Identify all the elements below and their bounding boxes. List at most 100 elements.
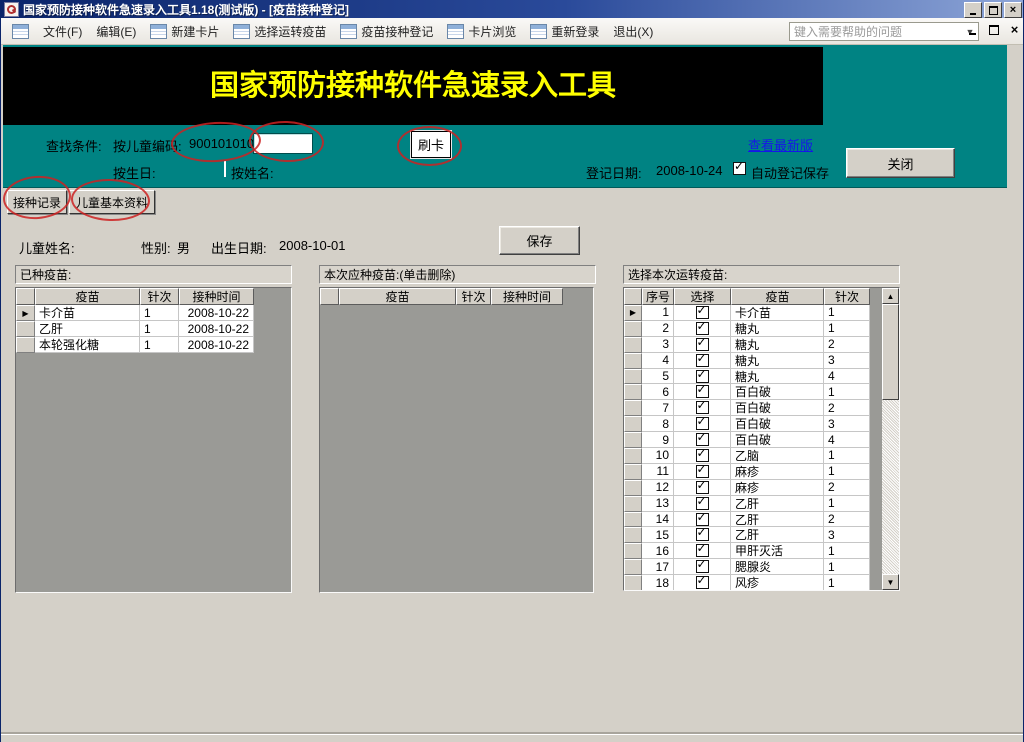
row-selector[interactable] bbox=[16, 337, 35, 353]
table-row[interactable]: 3✓糖丸2 bbox=[624, 337, 899, 353]
row-selector[interactable] bbox=[624, 384, 642, 400]
table-row[interactable]: 2✓糖丸1 bbox=[624, 321, 899, 337]
grid-cell[interactable]: 乙肝 bbox=[731, 496, 824, 512]
child-restore-button[interactable] bbox=[987, 23, 1000, 36]
row-selector[interactable] bbox=[624, 527, 642, 543]
grid-cell[interactable]: 卡介苗 bbox=[35, 305, 140, 321]
grid-cell[interactable]: 1 bbox=[824, 321, 870, 337]
grid-cell[interactable]: 糖丸 bbox=[731, 369, 824, 385]
row-checkbox[interactable]: ✓ bbox=[696, 449, 709, 462]
auto-save-checkbox[interactable]: ✓ bbox=[733, 162, 746, 175]
grid-cell[interactable]: 本轮强化糖 bbox=[35, 337, 140, 353]
grid-cell[interactable]: 4 bbox=[824, 369, 870, 385]
row-selector[interactable] bbox=[624, 321, 642, 337]
grid-cell[interactable]: 13 bbox=[642, 496, 674, 512]
grid-cell[interactable]: 3 bbox=[824, 527, 870, 543]
row-selector[interactable] bbox=[16, 321, 35, 337]
grid-cell[interactable]: 1 bbox=[824, 575, 870, 591]
close-form-button[interactable]: 关闭 bbox=[846, 148, 955, 178]
row-checkbox[interactable]: ✓ bbox=[696, 481, 709, 494]
grid-cell[interactable]: 2 bbox=[824, 337, 870, 353]
row-checkbox[interactable]: ✓ bbox=[696, 576, 709, 589]
row-selector[interactable] bbox=[624, 575, 642, 591]
grid-cell[interactable]: 2 bbox=[642, 321, 674, 337]
row-selector[interactable] bbox=[624, 353, 642, 369]
row-selector[interactable] bbox=[624, 337, 642, 353]
tab-records[interactable]: 接种记录 bbox=[7, 190, 67, 214]
column-header[interactable]: 选择 bbox=[674, 288, 731, 305]
grid-cell[interactable]: 百白破 bbox=[731, 384, 824, 400]
swipe-card-button[interactable]: 刷卡 bbox=[411, 131, 451, 158]
row-checkbox[interactable]: ✓ bbox=[696, 322, 709, 335]
grid-cell[interactable]: 1 bbox=[824, 559, 870, 575]
table-row[interactable]: 6✓百白破1 bbox=[624, 384, 899, 400]
table-row[interactable]: 16✓甲肝灭活1 bbox=[624, 543, 899, 559]
grid-cell[interactable]: 糖丸 bbox=[731, 353, 824, 369]
grid-cell[interactable]: 麻疹 bbox=[731, 464, 824, 480]
grid-cell[interactable]: 1 bbox=[824, 464, 870, 480]
grid-cell[interactable]: 1 bbox=[140, 305, 179, 321]
table-row[interactable]: 9✓百白破4 bbox=[624, 432, 899, 448]
row-selector[interactable]: ▶ bbox=[624, 305, 642, 321]
grid-cell[interactable]: 麻疹 bbox=[731, 480, 824, 496]
table-row[interactable]: 乙肝12008-10-22 bbox=[16, 321, 291, 337]
grid-cell[interactable]: 1 bbox=[824, 448, 870, 464]
grid-cell[interactable]: 4 bbox=[824, 432, 870, 448]
vertical-scrollbar[interactable]: ▲ ▼ bbox=[882, 288, 899, 590]
grid-cell[interactable]: 2008-10-22 bbox=[179, 337, 254, 353]
table-row[interactable]: 11 ✓ 麻疹1 bbox=[624, 464, 899, 480]
table-row[interactable]: ▶1✓卡介苗1 bbox=[624, 305, 899, 321]
grid-cell[interactable]: 乙肝 bbox=[35, 321, 140, 337]
grid-cell[interactable]: 14 bbox=[642, 512, 674, 528]
grid-cell[interactable]: 百白破 bbox=[731, 432, 824, 448]
table-row[interactable]: 12✓麻疹2 bbox=[624, 480, 899, 496]
grid-cell[interactable]: 1 bbox=[642, 305, 674, 321]
table-row[interactable]: 5✓糖丸4 bbox=[624, 369, 899, 385]
menu-item-relogin[interactable]: 重新登录 bbox=[523, 20, 606, 43]
table-row[interactable]: ▶卡介苗12008-10-22 bbox=[16, 305, 291, 321]
row-checkbox[interactable]: ✓ bbox=[696, 338, 709, 351]
table-row[interactable]: 15✓乙肝3 bbox=[624, 527, 899, 543]
grid-cell[interactable]: 11 bbox=[642, 464, 674, 480]
scroll-down-button[interactable]: ▼ bbox=[882, 574, 899, 590]
row-selector[interactable] bbox=[624, 464, 642, 480]
minimize-button[interactable] bbox=[964, 2, 982, 18]
child-close-button[interactable]: × bbox=[1008, 23, 1021, 36]
table-row[interactable]: 本轮强化糖12008-10-22 bbox=[16, 337, 291, 353]
menu-item-new-card[interactable]: 新建卡片 bbox=[143, 20, 226, 43]
scrollbar-thumb[interactable] bbox=[882, 304, 899, 400]
grid-cell[interactable]: 2 bbox=[824, 512, 870, 528]
tab-child-basic-info[interactable]: 儿童基本资料 bbox=[69, 190, 155, 214]
row-checkbox[interactable]: ✓ bbox=[696, 354, 709, 367]
column-header[interactable]: 疫苗 bbox=[731, 288, 824, 305]
column-header[interactable]: 疫苗 bbox=[339, 288, 456, 305]
grid-cell[interactable]: 2008-10-22 bbox=[179, 305, 254, 321]
row-checkbox[interactable]: ✓ bbox=[696, 560, 709, 573]
child-code-input[interactable] bbox=[253, 133, 313, 154]
grid-cell[interactable]: 糖丸 bbox=[731, 337, 824, 353]
row-selector[interactable] bbox=[624, 559, 642, 575]
column-header[interactable]: 疫苗 bbox=[35, 288, 140, 305]
grid-cell[interactable]: 乙肝 bbox=[731, 527, 824, 543]
row-checkbox[interactable]: ✓ bbox=[696, 513, 709, 526]
row-selector[interactable] bbox=[624, 369, 642, 385]
grid-cell[interactable]: 3 bbox=[824, 416, 870, 432]
grid-cell[interactable]: 2 bbox=[824, 400, 870, 416]
grid-cell[interactable]: 3 bbox=[824, 353, 870, 369]
row-checkbox[interactable]: ✓ bbox=[696, 465, 709, 478]
table-row[interactable]: 14✓乙肝2 bbox=[624, 512, 899, 528]
grid-cell[interactable]: 2 bbox=[824, 480, 870, 496]
row-selector[interactable] bbox=[624, 543, 642, 559]
grid-cell[interactable]: 1 bbox=[824, 543, 870, 559]
row-checkbox[interactable]: ✓ bbox=[696, 544, 709, 557]
grid-cell[interactable]: 乙脑 bbox=[731, 448, 824, 464]
grid-cell[interactable]: 1 bbox=[140, 337, 179, 353]
row-selector[interactable]: ▶ bbox=[16, 305, 35, 321]
grid-cell[interactable]: 6 bbox=[642, 384, 674, 400]
row-selector[interactable] bbox=[624, 416, 642, 432]
row-checkbox[interactable]: ✓ bbox=[696, 401, 709, 414]
grid-cell[interactable]: 风疹 bbox=[731, 575, 824, 591]
table-row[interactable]: 18✓风疹1 bbox=[624, 575, 899, 591]
column-header[interactable]: 接种时间 bbox=[491, 288, 563, 305]
grid-cell[interactable]: 10 bbox=[642, 448, 674, 464]
